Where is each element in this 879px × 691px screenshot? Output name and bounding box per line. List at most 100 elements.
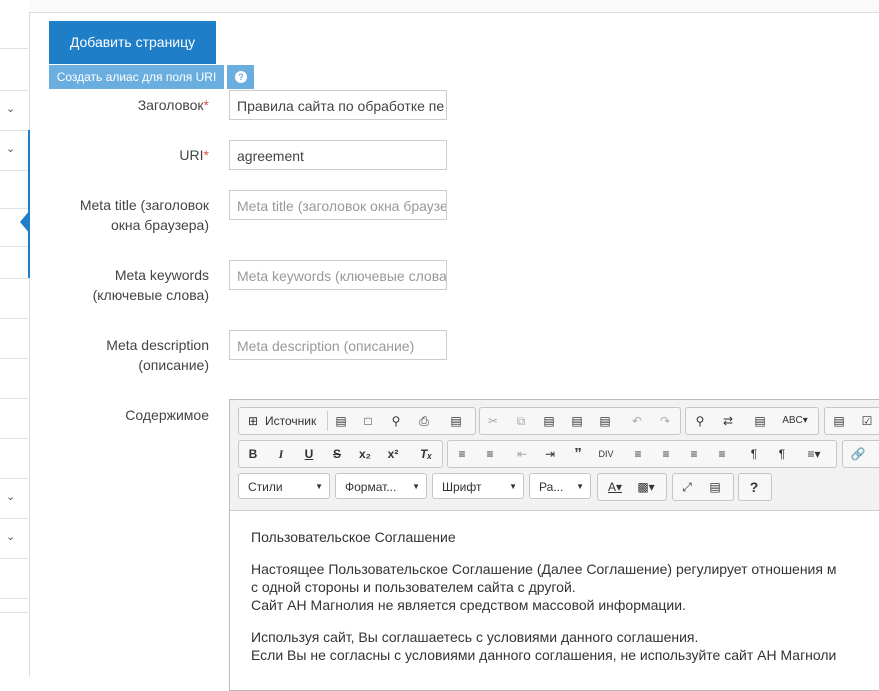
sidebar-item[interactable]	[0, 558, 28, 599]
print-icon[interactable]: ⎙	[414, 411, 434, 431]
chevron-down-icon: ▼	[412, 482, 420, 491]
sidebar-item[interactable]	[0, 0, 28, 49]
sidebar-item[interactable]	[0, 170, 28, 209]
sidebar-active-arrow	[20, 210, 30, 234]
undo-icon[interactable]: ↶	[627, 411, 647, 431]
meta-title-label: Meta title (заголовок окна браузера)	[79, 197, 209, 233]
paste-text-icon[interactable]: ▤	[567, 411, 587, 431]
blockquote-icon[interactable]: ”	[568, 444, 588, 464]
sidebar-item[interactable]	[0, 598, 28, 613]
link-icon[interactable]: 🔗	[848, 444, 868, 464]
uri-input[interactable]: agreement	[229, 140, 447, 170]
checkbox-icon[interactable]: ☑	[857, 411, 877, 431]
form-icon[interactable]: ▤	[829, 411, 849, 431]
toolbar-group-paragraph: ≡ ≡ ⇤ ⇥ ” DIV ≡ ≡ ≡ ≡ ¶ ¶ ≡▾	[447, 440, 837, 468]
content-heading: Пользовательское Соглашение	[251, 529, 456, 545]
required-mark: *	[203, 147, 209, 163]
remove-format-icon[interactable]: Tₓ	[416, 444, 436, 464]
sidebar-item[interactable]: ⌄	[0, 518, 28, 559]
editor-content[interactable]: Пользовательское Соглашение Настоящее По…	[251, 528, 879, 678]
meta-title-input[interactable]: Meta title (заголовок окна браузе	[229, 190, 447, 220]
align-justify-icon[interactable]: ≡	[712, 444, 732, 464]
align-center-icon[interactable]: ≡	[656, 444, 676, 464]
align-right-icon[interactable]: ≡	[684, 444, 704, 464]
font-size-select[interactable]: Ра... ▼	[529, 473, 591, 499]
editor-toolbar: ⊞ Источник ▤ □ ⚲ ⎙ ▤ ✂ ⧉ ▤ ▤ ▤ ↶ ↷ ⚲ ⇄ ▤…	[230, 400, 879, 511]
cut-icon[interactable]: ✂	[483, 411, 503, 431]
title-input[interactable]: Правила сайта по обработке пе	[229, 90, 447, 120]
text-color-icon[interactable]: A▾	[601, 477, 629, 497]
redo-icon[interactable]: ↷	[655, 411, 675, 431]
toolbar-group-find: ⚲ ⇄ ▤ ABC▾	[685, 407, 819, 435]
select-all-icon[interactable]: ▤	[750, 411, 770, 431]
align-left-icon[interactable]: ≡	[628, 444, 648, 464]
content-paragraph: Настоящее Пользовательское Соглашение (Д…	[251, 561, 837, 613]
sidebar-item[interactable]: ⌄	[0, 90, 28, 131]
rtl-icon[interactable]: ¶	[772, 444, 792, 464]
indent-icon[interactable]: ⇥	[540, 444, 560, 464]
chevron-down-icon: ▼	[509, 482, 517, 491]
source-button[interactable]: Источник	[265, 408, 316, 434]
toolbar-group-tools: ⤢ ▤	[672, 473, 734, 501]
help-button[interactable]: ?	[227, 65, 254, 89]
sidebar-item[interactable]: ⌄	[0, 130, 28, 171]
numbered-list-icon[interactable]: ≡	[452, 444, 472, 464]
italic-icon[interactable]: I	[271, 444, 291, 464]
toolbar-group-colors: A▾ ▩▾	[597, 473, 667, 501]
toolbar-group-document: ⊞ Источник ▤ □ ⚲ ⎙ ▤	[238, 407, 476, 435]
sidebar-item[interactable]	[0, 48, 28, 91]
toolbar-group-clipboard: ✂ ⧉ ▤ ▤ ▤ ↶ ↷	[479, 407, 681, 435]
underline-icon[interactable]: U	[299, 444, 319, 464]
sidebar-item[interactable]	[0, 398, 28, 439]
language-icon[interactable]: ≡▾	[800, 444, 828, 464]
format-select[interactable]: Формат... ▼	[335, 473, 427, 499]
maximize-icon[interactable]: ⤢	[677, 477, 697, 497]
toolbar-group-basic-styles: B I U S x₂ x² Tₓ	[238, 440, 443, 468]
sidebar-item[interactable]	[0, 278, 28, 319]
show-blocks-icon[interactable]: ▤	[705, 477, 725, 497]
div-container-icon[interactable]: DIV	[596, 444, 616, 464]
ltr-icon[interactable]: ¶	[744, 444, 764, 464]
bulleted-list-icon[interactable]: ≡	[480, 444, 500, 464]
about-icon[interactable]: ?	[744, 477, 764, 497]
chevron-down-icon: ⌄	[6, 531, 16, 543]
templates-icon[interactable]: ▤	[446, 411, 466, 431]
sidebar-item[interactable]	[0, 438, 28, 479]
meta-keywords-input[interactable]: Meta keywords (ключевые слова	[229, 260, 447, 290]
preview-icon[interactable]: ⚲	[386, 411, 406, 431]
subscript-icon[interactable]: x₂	[355, 444, 375, 464]
paste-icon[interactable]: ▤	[539, 411, 559, 431]
chevron-down-icon: ⌄	[6, 491, 16, 503]
content-editor[interactable]: ⊞ Источник ▤ □ ⚲ ⎙ ▤ ✂ ⧉ ▤ ▤ ▤ ↶ ↷ ⚲ ⇄ ▤…	[229, 399, 879, 691]
tab-add-page[interactable]: Добавить страницу	[49, 21, 216, 64]
background-color-icon[interactable]: ▩▾	[632, 477, 660, 497]
toolbar-group-forms: ▤ ☑	[824, 407, 879, 435]
copy-icon[interactable]: ⧉	[511, 411, 531, 431]
save-icon[interactable]: ▤	[331, 411, 351, 431]
toolbar-group-about: ?	[738, 473, 772, 501]
top-bar	[29, 0, 879, 13]
source-icon[interactable]: ⊞	[243, 411, 263, 431]
bold-icon[interactable]: B	[243, 444, 263, 464]
new-page-icon[interactable]: □	[358, 411, 378, 431]
sidebar-active-indicator	[28, 130, 30, 278]
chevron-down-icon: ▼	[315, 482, 323, 491]
replace-icon[interactable]: ⇄	[718, 411, 738, 431]
create-alias-button[interactable]: Создать алиас для поля URI	[49, 65, 224, 89]
find-icon[interactable]: ⚲	[690, 411, 710, 431]
outdent-icon[interactable]: ⇤	[512, 444, 532, 464]
title-label: Заголовок*	[137, 97, 209, 113]
strikethrough-icon[interactable]: S	[327, 444, 347, 464]
paste-word-icon[interactable]: ▤	[595, 411, 615, 431]
font-select[interactable]: Шрифт ▼	[432, 473, 524, 499]
sidebar-item[interactable]	[0, 318, 28, 359]
help-icon: ?	[235, 71, 247, 83]
sidebar-item[interactable]	[0, 358, 28, 399]
superscript-icon[interactable]: x²	[383, 444, 403, 464]
styles-select[interactable]: Стили ▼	[238, 473, 330, 499]
meta-keywords-label: Meta keywords (ключевые слова)	[92, 267, 209, 303]
sidebar-item[interactable]: ⌄	[0, 478, 28, 519]
meta-description-input[interactable]: Meta description (описание)	[229, 330, 447, 360]
spellcheck-icon[interactable]: ABC▾	[780, 411, 810, 431]
sidebar-item[interactable]	[0, 246, 28, 279]
